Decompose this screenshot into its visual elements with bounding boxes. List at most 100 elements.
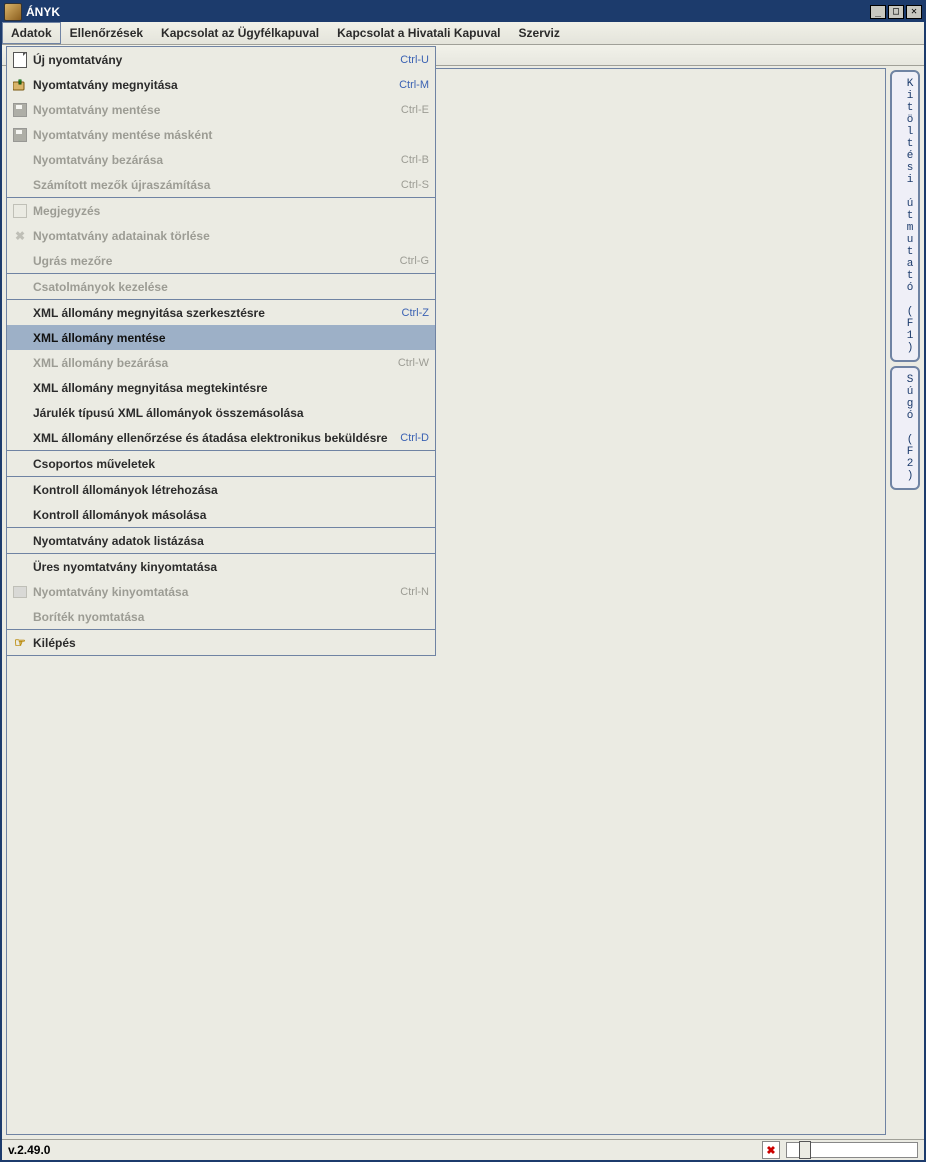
menu-item-label: Új nyomtatvány [33,53,392,67]
print-icon [11,584,29,600]
maximize-button[interactable]: □ [888,5,904,19]
menu-item: Nyomtatvány bezárása Ctrl-B [7,147,435,172]
menu-item-accelerator: Ctrl-B [401,154,429,166]
menu-item-label: XML állomány megnyitása megtekintésre [33,381,429,395]
blank [11,456,29,472]
dropdown-adatok: Új nyomtatvány Ctrl-U Nyomtatvány megnyitá… [6,46,436,656]
menu-item-label: Nyomtatvány adatok listázása [33,534,429,548]
menu-item-label: Járulék típusú XML állományok összemásol… [33,406,429,420]
menu-item-accelerator: Ctrl-M [399,79,429,91]
menu-item: Boríték nyomtatása [7,604,435,629]
menu-item-accelerator: Ctrl-Z [402,307,430,319]
menu-item-label: Üres nyomtatvány kinyomtatása [33,560,429,574]
menu-item: XML állomány bezárása Ctrl-W [7,350,435,375]
blank [11,305,29,321]
menu-item-label: XML állomány bezárása [33,356,390,370]
menu-item[interactable]: Csoportos műveletek [7,451,435,476]
menu-item-label: Kilépés [33,636,429,650]
menu-item-label: Csoportos műveletek [33,457,429,471]
menu-item-label: XML állomány mentése [33,331,429,345]
menu-item-accelerator: Ctrl-S [401,179,429,191]
menu-ellenorzesek[interactable]: Ellenőrzések [61,22,152,44]
app-icon [4,3,22,21]
blank [11,152,29,168]
menu-item-label: Kontroll állományok másolása [33,508,429,522]
menu-szerviz[interactable]: Szerviz [510,22,569,44]
blank [11,609,29,625]
menu-item-label: XML állomány megnyitása szerkesztésre [33,306,394,320]
version-label: v.2.49.0 [8,1143,50,1157]
doc-icon [11,52,29,68]
menu-item-accelerator: Ctrl-D [400,432,429,444]
menu-item-accelerator: Ctrl-N [400,586,429,598]
blank [11,355,29,371]
side-tabs: Kitöltési útmutató (F1) Súgó (F2) [890,70,920,490]
side-tab-guide[interactable]: Kitöltési útmutató (F1) [890,70,920,362]
menu-item-label: Ugrás mezőre [33,254,392,268]
menu-item: Megjegyzés [7,198,435,223]
blank [11,177,29,193]
blank [11,405,29,421]
blank [11,482,29,498]
close-button[interactable]: ✕ [906,5,922,19]
zoom-slider[interactable] [786,1142,918,1158]
menu-item: Számított mezők újraszámítása Ctrl-S [7,172,435,197]
menu-item: Nyomtatvány mentéseCtrl-E [7,97,435,122]
x-icon: ✖ [11,228,29,244]
blank [11,253,29,269]
menu-item[interactable]: Nyomtatvány adatok listázása [7,528,435,553]
blank [11,330,29,346]
menu-item[interactable]: Kontroll állományok létrehozása [7,477,435,502]
window-buttons: _ □ ✕ [868,5,922,19]
menu-item-label: Nyomtatvány bezárása [33,153,393,167]
menu-hivatali-kapu[interactable]: Kapcsolat a Hivatali Kapuval [328,22,509,44]
save-icon [11,102,29,118]
status-error-icon[interactable]: ✖ [762,1141,780,1159]
menu-item-label: Kontroll állományok létrehozása [33,483,429,497]
menu-item-label: Csatolmányok kezelése [33,280,429,294]
menu-item[interactable]: Kontroll állományok másolása [7,502,435,527]
menu-item[interactable]: Üres nyomtatvány kinyomtatása [7,554,435,579]
app-window: ÁNYK _ □ ✕ Adatok Ellenőrzések Kapcsolat… [0,0,926,1162]
save-icon [11,127,29,143]
menu-item[interactable]: Új nyomtatvány Ctrl-U [7,47,435,72]
menu-item[interactable]: Nyomtatvány megnyitásaCtrl-M [7,72,435,97]
menu-ugyfelkapu[interactable]: Kapcsolat az Ügyfélkapuval [152,22,328,44]
menu-item: Ugrás mezőre Ctrl-G [7,248,435,273]
window-title: ÁNYK [26,5,868,19]
menu-item-label: Nyomtatvány mentése másként [33,128,429,142]
blank [11,559,29,575]
menu-item-accelerator: Ctrl-W [398,357,429,369]
menu-item: Csatolmányok kezelése [7,274,435,299]
titlebar: ÁNYK _ □ ✕ [2,2,924,22]
open-icon [11,77,29,93]
blank [11,430,29,446]
side-tab-help[interactable]: Súgó (F2) [890,366,920,490]
menu-item: ✖ Nyomtatvány adatainak törlése [7,223,435,248]
statusbar: v.2.49.0 ✖ [2,1139,924,1160]
menu-item-accelerator: Ctrl-G [400,255,429,267]
menu-item[interactable]: XML állomány megnyitása szerkesztésre Ctr… [7,300,435,325]
minimize-button[interactable]: _ [870,5,886,19]
menu-item[interactable]: XML állomány megnyitása megtekintésre [7,375,435,400]
menu-item[interactable]: Járulék típusú XML állományok összemásol… [7,400,435,425]
menu-item: Nyomtatvány mentése másként [7,122,435,147]
blank [11,507,29,523]
menu-item-label: Nyomtatvány adatainak törlése [33,229,429,243]
menu-item-label: Boríték nyomtatása [33,610,429,624]
menu-item-accelerator: Ctrl-U [400,54,429,66]
menu-item-accelerator: Ctrl-E [401,104,429,116]
menu-item[interactable]: ☞ Kilépés [7,630,435,655]
menu-item-label: Nyomtatvány kinyomtatása [33,585,392,599]
menubar: Adatok Ellenőrzések Kapcsolat az Ügyfélk… [2,22,924,45]
menu-item-label: XML állomány ellenőrzése és átadása elek… [33,431,392,445]
exit-icon: ☞ [11,635,29,651]
menu-item: XML állomány mentése [7,325,435,350]
menu-adatok[interactable]: Adatok [2,22,61,44]
note-icon [11,203,29,219]
menu-item-label: Számított mezők újraszámítása [33,178,393,192]
menu-item[interactable]: XML állomány ellenőrzése és átadása elek… [7,425,435,450]
zoom-slider-knob[interactable] [799,1141,811,1159]
blank [11,279,29,295]
blank [11,380,29,396]
